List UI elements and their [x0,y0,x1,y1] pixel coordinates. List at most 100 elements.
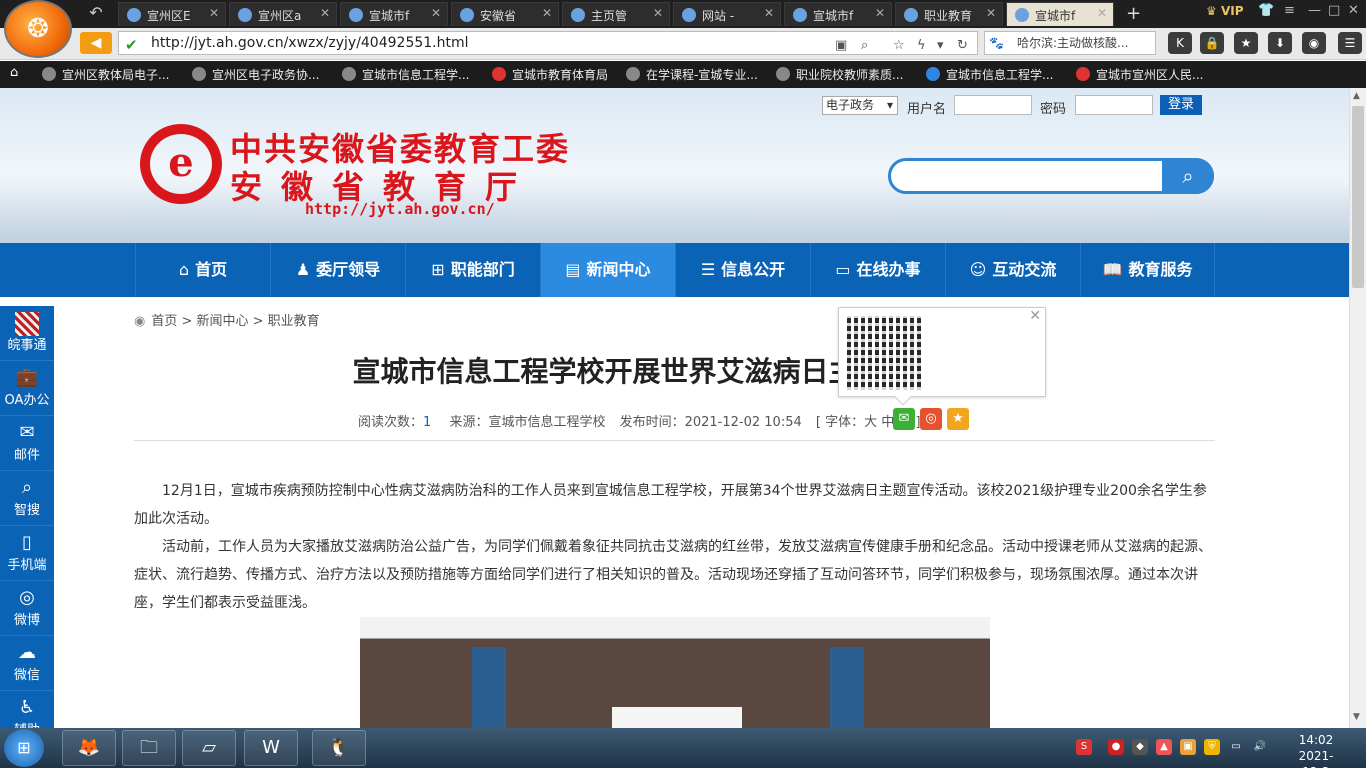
favorite-share-icon[interactable]: ★ [947,408,969,430]
lightning-icon[interactable]: ϟ [917,35,926,57]
close-icon[interactable]: ✕ [875,6,885,20]
login-type-select[interactable]: 电子政务 ▾ [822,96,898,115]
scroll-down-icon[interactable]: ▼ [1353,712,1360,722]
nav-news[interactable]: ▤ 新闻中心 [540,243,675,297]
browser-tab[interactable]: 安徽省 ✕ [451,2,559,26]
sidebar-item-wechat[interactable]: ☁ 微信 [0,636,54,691]
browser-tab[interactable]: 宣城市f ✕ [784,2,892,26]
scroll-up-icon[interactable]: ▲ [1353,91,1360,101]
bookmark-item[interactable]: 宣州区教体局电子... [42,66,169,83]
tab-label: 宣州区a [258,9,302,23]
sidebar-item-wanshitong[interactable]: 皖事通 [0,306,54,361]
nav-interaction[interactable]: ☺ 互动交流 [945,243,1080,297]
minimize-icon[interactable]: — [1308,3,1321,18]
bookmark-item[interactable]: 宣城市信息工程学... [342,66,469,83]
sidebar-item-smart-search[interactable]: ⌕ 智搜 [0,471,54,526]
bookmark-item[interactable]: 宣州区电子政务协... [192,66,319,83]
qq-taskbar-icon[interactable]: 🐧 [312,730,366,766]
browser-taskbar-icon[interactable]: 🦊 [62,730,116,766]
sidebar-item-mail[interactable]: ✉ 邮件 [0,416,54,471]
close-icon[interactable]: ✕ [764,6,774,20]
system-clock[interactable]: 14:02 2021-12-2 [1290,732,1342,768]
browser-tab[interactable]: 职业教育 ✕ [895,2,1003,26]
close-icon[interactable]: ✕ [1097,6,1107,20]
sidebar-item-oa[interactable]: 💼 OA办公 [0,361,54,416]
new-tab-icon[interactable]: + [1126,3,1141,24]
password-input[interactable] [1075,95,1153,115]
menu-icon[interactable]: ≡ [1284,3,1295,18]
browser-tab[interactable]: 宣州区E ✕ [118,2,226,26]
vip-badge[interactable]: ♛ VIP [1206,4,1243,18]
close-icon[interactable]: ✕ [431,6,441,20]
close-icon[interactable]: ✕ [209,6,219,20]
close-icon[interactable]: ✕ [320,6,330,20]
browser-search-input[interactable]: 🐾 哈尔滨:主动做核酸... [984,31,1156,55]
tab-favicon-icon [349,8,363,22]
nav-leaders[interactable]: ♟ 委厅领导 [270,243,405,297]
close-icon[interactable]: ✕ [1029,308,1041,324]
sidebar-item-mobile[interactable]: ▯ 手机端 [0,526,54,581]
security-shield-icon[interactable]: ⛨ [1204,739,1220,755]
close-window-icon[interactable]: ✕ [1348,3,1359,18]
skin-icon[interactable]: 👕 [1258,3,1274,18]
browser-tab[interactable]: 宣州区a ✕ [229,2,337,26]
scroll-thumb[interactable] [1352,106,1364,288]
tray-app-icon[interactable]: ▲ [1156,739,1172,755]
url-input[interactable]: ✔ http://jyt.ah.gov.cn/xwzx/zyjy/4049255… [118,31,978,55]
zoom-icon[interactable]: ⌕ [861,35,868,57]
home-icon[interactable]: ⌂ [10,65,18,80]
notes-taskbar-icon[interactable]: ▱ [182,730,236,766]
sidebar-item-accessibility[interactable]: ♿辅助 [0,691,54,728]
sidebar-item-weibo[interactable]: ◎ 微博 [0,581,54,636]
k-icon[interactable]: K [1168,32,1192,54]
sogou-icon[interactable]: S [1076,739,1092,755]
bookmark-item[interactable]: 职业院校教师素质... [776,66,903,83]
gamepad-icon[interactable]: ◉ [1302,32,1326,54]
browser-tab[interactable]: 网站 - ✕ [673,2,781,26]
dropdown-icon[interactable]: ▾ [937,35,944,57]
lock-icon[interactable]: 🔒 [1200,32,1224,54]
browser-logo-icon[interactable]: ❂ [4,0,72,58]
back-arrow-icon[interactable]: ◀ [80,32,112,54]
nav-info-disclosure[interactable]: ☰ 信息公开 [675,243,810,297]
site-search-input[interactable]: ⌕ [888,158,1214,194]
weibo-share-icon[interactable]: ◎ [920,408,942,430]
image-icon[interactable]: ▣ [835,35,847,57]
close-icon[interactable]: ✕ [986,6,996,20]
bookmark-item[interactable]: 在学课程-宣城专业... [626,66,758,83]
wechat-share-icon[interactable]: ✉ [893,408,915,430]
volume-icon[interactable]: 🔊 [1252,739,1268,755]
maximize-icon[interactable]: □ [1328,3,1340,18]
site-logo[interactable]: e [140,124,222,204]
browser-tab[interactable]: 宣城市f ✕ [340,2,448,26]
bookmark-item[interactable]: 宣城市宣州区人民... [1076,66,1203,83]
close-icon[interactable]: ✕ [542,6,552,20]
bookmark-item[interactable]: 宣城市信息工程学... [926,66,1053,83]
network-icon[interactable]: ▭ [1228,739,1244,755]
refresh-icon[interactable]: ↻ [957,35,968,57]
menu-grid-icon[interactable]: ☰ [1338,32,1362,54]
explorer-taskbar-icon[interactable]: 🗀 [122,730,176,766]
start-button[interactable]: ⊞ [4,729,44,767]
word-taskbar-icon[interactable]: W [244,730,298,766]
close-icon[interactable]: ✕ [653,6,663,20]
search-icon[interactable]: ⌕ [1162,158,1214,194]
back-icon[interactable]: ↶ [84,2,108,24]
browser-tab[interactable]: 主页管 ✕ [562,2,670,26]
username-input[interactable] [954,95,1032,115]
tray-app-icon[interactable]: ▣ [1180,739,1196,755]
nav-online-service[interactable]: ▭ 在线办事 [810,243,945,297]
browser-tab-active[interactable]: 宣城市f ✕ [1006,2,1114,26]
login-button[interactable]: 登录 [1160,95,1202,115]
tray-app-icon[interactable]: ● [1108,739,1124,755]
star-icon[interactable]: ★ [1234,32,1258,54]
page-scrollbar[interactable]: ▲ ▼ [1349,88,1366,728]
bookmark-item[interactable]: 宣城市教育体育局 [492,66,608,83]
breadcrumb-text[interactable]: 首页 > 新闻中心 > 职业教育 [151,314,319,329]
download-icon[interactable]: ⬇ [1268,32,1292,54]
nav-home[interactable]: ⌂ 首页 [135,243,270,297]
favorite-star-icon[interactable]: ☆ [893,35,905,57]
tray-app-icon[interactable]: ◆ [1132,739,1148,755]
nav-edu-service[interactable]: 📖 教育服务 [1080,243,1215,297]
nav-departments[interactable]: ⊞ 职能部门 [405,243,540,297]
